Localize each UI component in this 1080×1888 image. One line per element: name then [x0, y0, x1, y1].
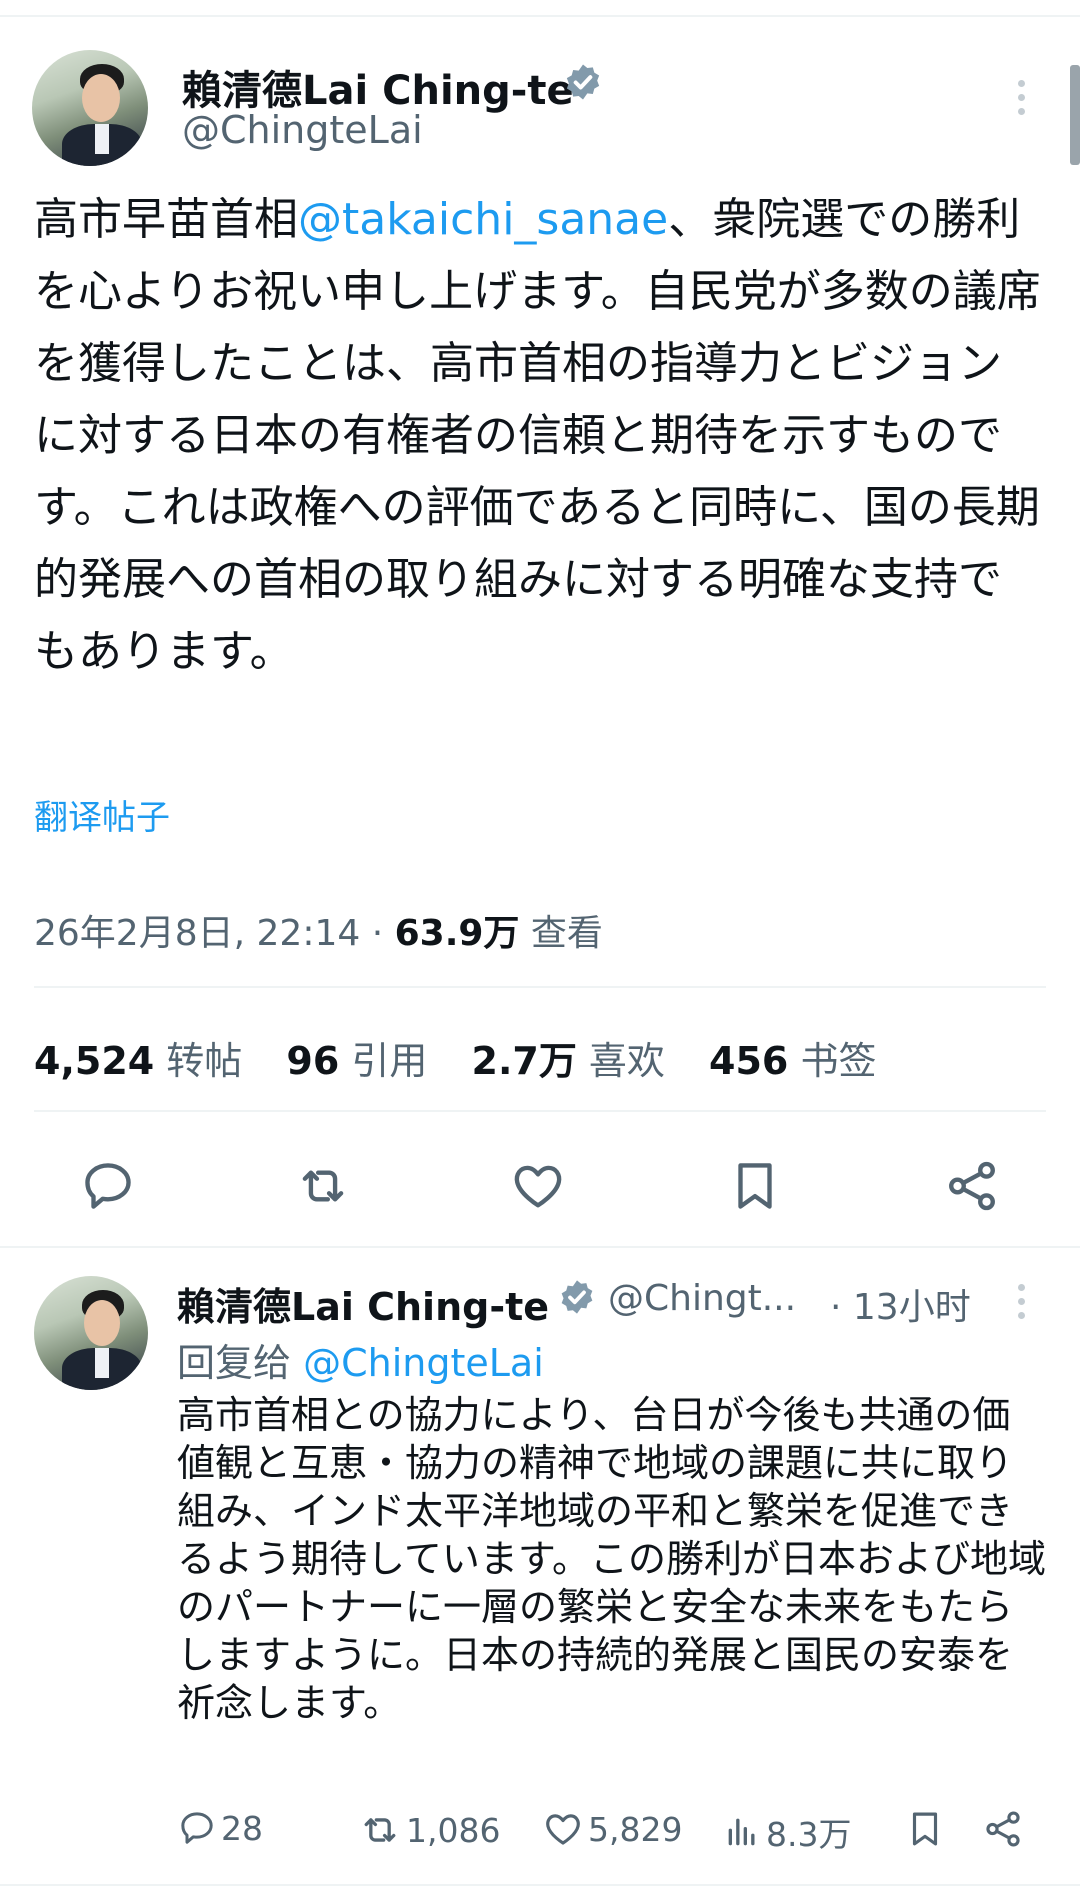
bookmark-button[interactable] — [717, 1148, 793, 1224]
reply-like-button[interactable]: 5,829 — [542, 1808, 682, 1850]
mention-link[interactable]: @takaichi_sanae — [298, 194, 668, 245]
scrollbar[interactable] — [1070, 65, 1080, 165]
reply-reply-button[interactable]: 28 — [177, 1808, 263, 1848]
views-icon — [728, 1818, 755, 1846]
bookmarks-stat[interactable]: 456 书签 — [709, 1039, 876, 1083]
bookmarks-label: 书签 — [800, 1039, 877, 1083]
reply-button[interactable] — [70, 1148, 146, 1224]
reply-author-name[interactable]: 賴清德Lai Ching-te — [177, 1276, 549, 1331]
more-options-icon[interactable] — [1018, 80, 1025, 115]
reply-avatar[interactable] — [34, 1276, 148, 1390]
like-icon — [546, 1814, 580, 1845]
divider — [0, 1246, 1080, 1248]
translate-post-link[interactable]: 翻译帖子 — [34, 790, 170, 839]
quotes-label: 引用 — [351, 1039, 428, 1083]
like-icon — [514, 1165, 562, 1208]
retweets-count: 4,524 — [34, 1039, 155, 1083]
reply-retweet-button[interactable]: 1,086 — [358, 1808, 500, 1852]
divider — [34, 986, 1046, 988]
bookmarks-count: 456 — [709, 1039, 789, 1083]
replying-to-handle[interactable]: @ChingteLai — [303, 1341, 544, 1385]
bookmark-icon — [912, 1812, 938, 1846]
avatar[interactable] — [32, 50, 148, 166]
reply-views-button[interactable]: 8.3万 — [722, 1808, 851, 1856]
divider — [34, 1110, 1046, 1112]
share-icon — [949, 1161, 995, 1211]
replying-to-label: 回复给 — [177, 1341, 304, 1385]
replying-to: 回复给 @ChingteLai — [177, 1332, 544, 1387]
tweet-text-prefix: 高市早苗首相 — [34, 194, 298, 245]
reply-likes-count: 5,829 — [588, 1809, 683, 1849]
share-button[interactable] — [934, 1148, 1010, 1224]
like-button[interactable] — [500, 1148, 576, 1224]
quotes-stat[interactable]: 96 引用 — [286, 1039, 427, 1083]
reply-bookmark-button[interactable] — [904, 1808, 946, 1850]
reply-tweet-text: 高市首相との協力により、台日が今後も共通の価値観と互恵・協力の精神で地域の課題に… — [177, 1393, 1047, 1725]
bottom-divider — [0, 1884, 1080, 1886]
reply-more-options-icon[interactable] — [1018, 1284, 1025, 1319]
likes-stat[interactable]: 2.7万 喜欢 — [472, 1039, 665, 1083]
reply-share-button[interactable] — [982, 1808, 1024, 1850]
bookmark-icon — [738, 1163, 772, 1209]
tweet-text-suffix: 、衆院選での勝利を心よりお祝い申し上げます。自民党が多数の議席を獲得したことは、… — [34, 194, 1041, 677]
meta-separator: · — [360, 913, 395, 954]
tweet-meta: 26年2月8日, 22:14 · 63.9万 查看 — [34, 904, 603, 956]
retweets-stat[interactable]: 4,524 转帖 — [34, 1039, 242, 1083]
reply-views-count: 8.3万 — [766, 1815, 852, 1854]
reply-author-handle[interactable]: @Chingt... — [608, 1278, 796, 1319]
timestamp[interactable]: 26年2月8日, 22:14 — [34, 913, 360, 954]
retweet-icon — [364, 1818, 396, 1842]
verified-badge-icon — [561, 1280, 593, 1314]
retweet-icon — [302, 1170, 344, 1202]
share-icon — [986, 1811, 1020, 1847]
reply-replies-count: 28 — [221, 1808, 263, 1848]
tweet-text: 高市早苗首相@takaichi_sanae、衆院選での勝利を心よりお祝い申し上げ… — [34, 184, 1044, 688]
reply-icon — [85, 1163, 131, 1209]
reply-time[interactable]: · 13小时 — [830, 1278, 971, 1330]
author-handle[interactable]: @ChingteLai — [182, 108, 423, 152]
retweets-label: 转帖 — [166, 1039, 243, 1083]
top-divider — [0, 15, 1080, 17]
likes-label: 喜欢 — [588, 1039, 665, 1083]
views-label: 查看 — [519, 913, 603, 954]
engagement-stats: 4,524 转帖 96 引用 2.7万 喜欢 456 书签 — [34, 1030, 876, 1085]
reply-retweets-count: 1,086 — [406, 1810, 501, 1850]
reply-icon — [181, 1812, 213, 1844]
views-count: 63.9万 — [394, 913, 520, 954]
likes-count: 2.7万 — [471, 1039, 577, 1083]
verified-badge-icon — [566, 64, 600, 100]
retweet-button[interactable] — [285, 1148, 361, 1224]
quotes-count: 96 — [286, 1039, 340, 1083]
